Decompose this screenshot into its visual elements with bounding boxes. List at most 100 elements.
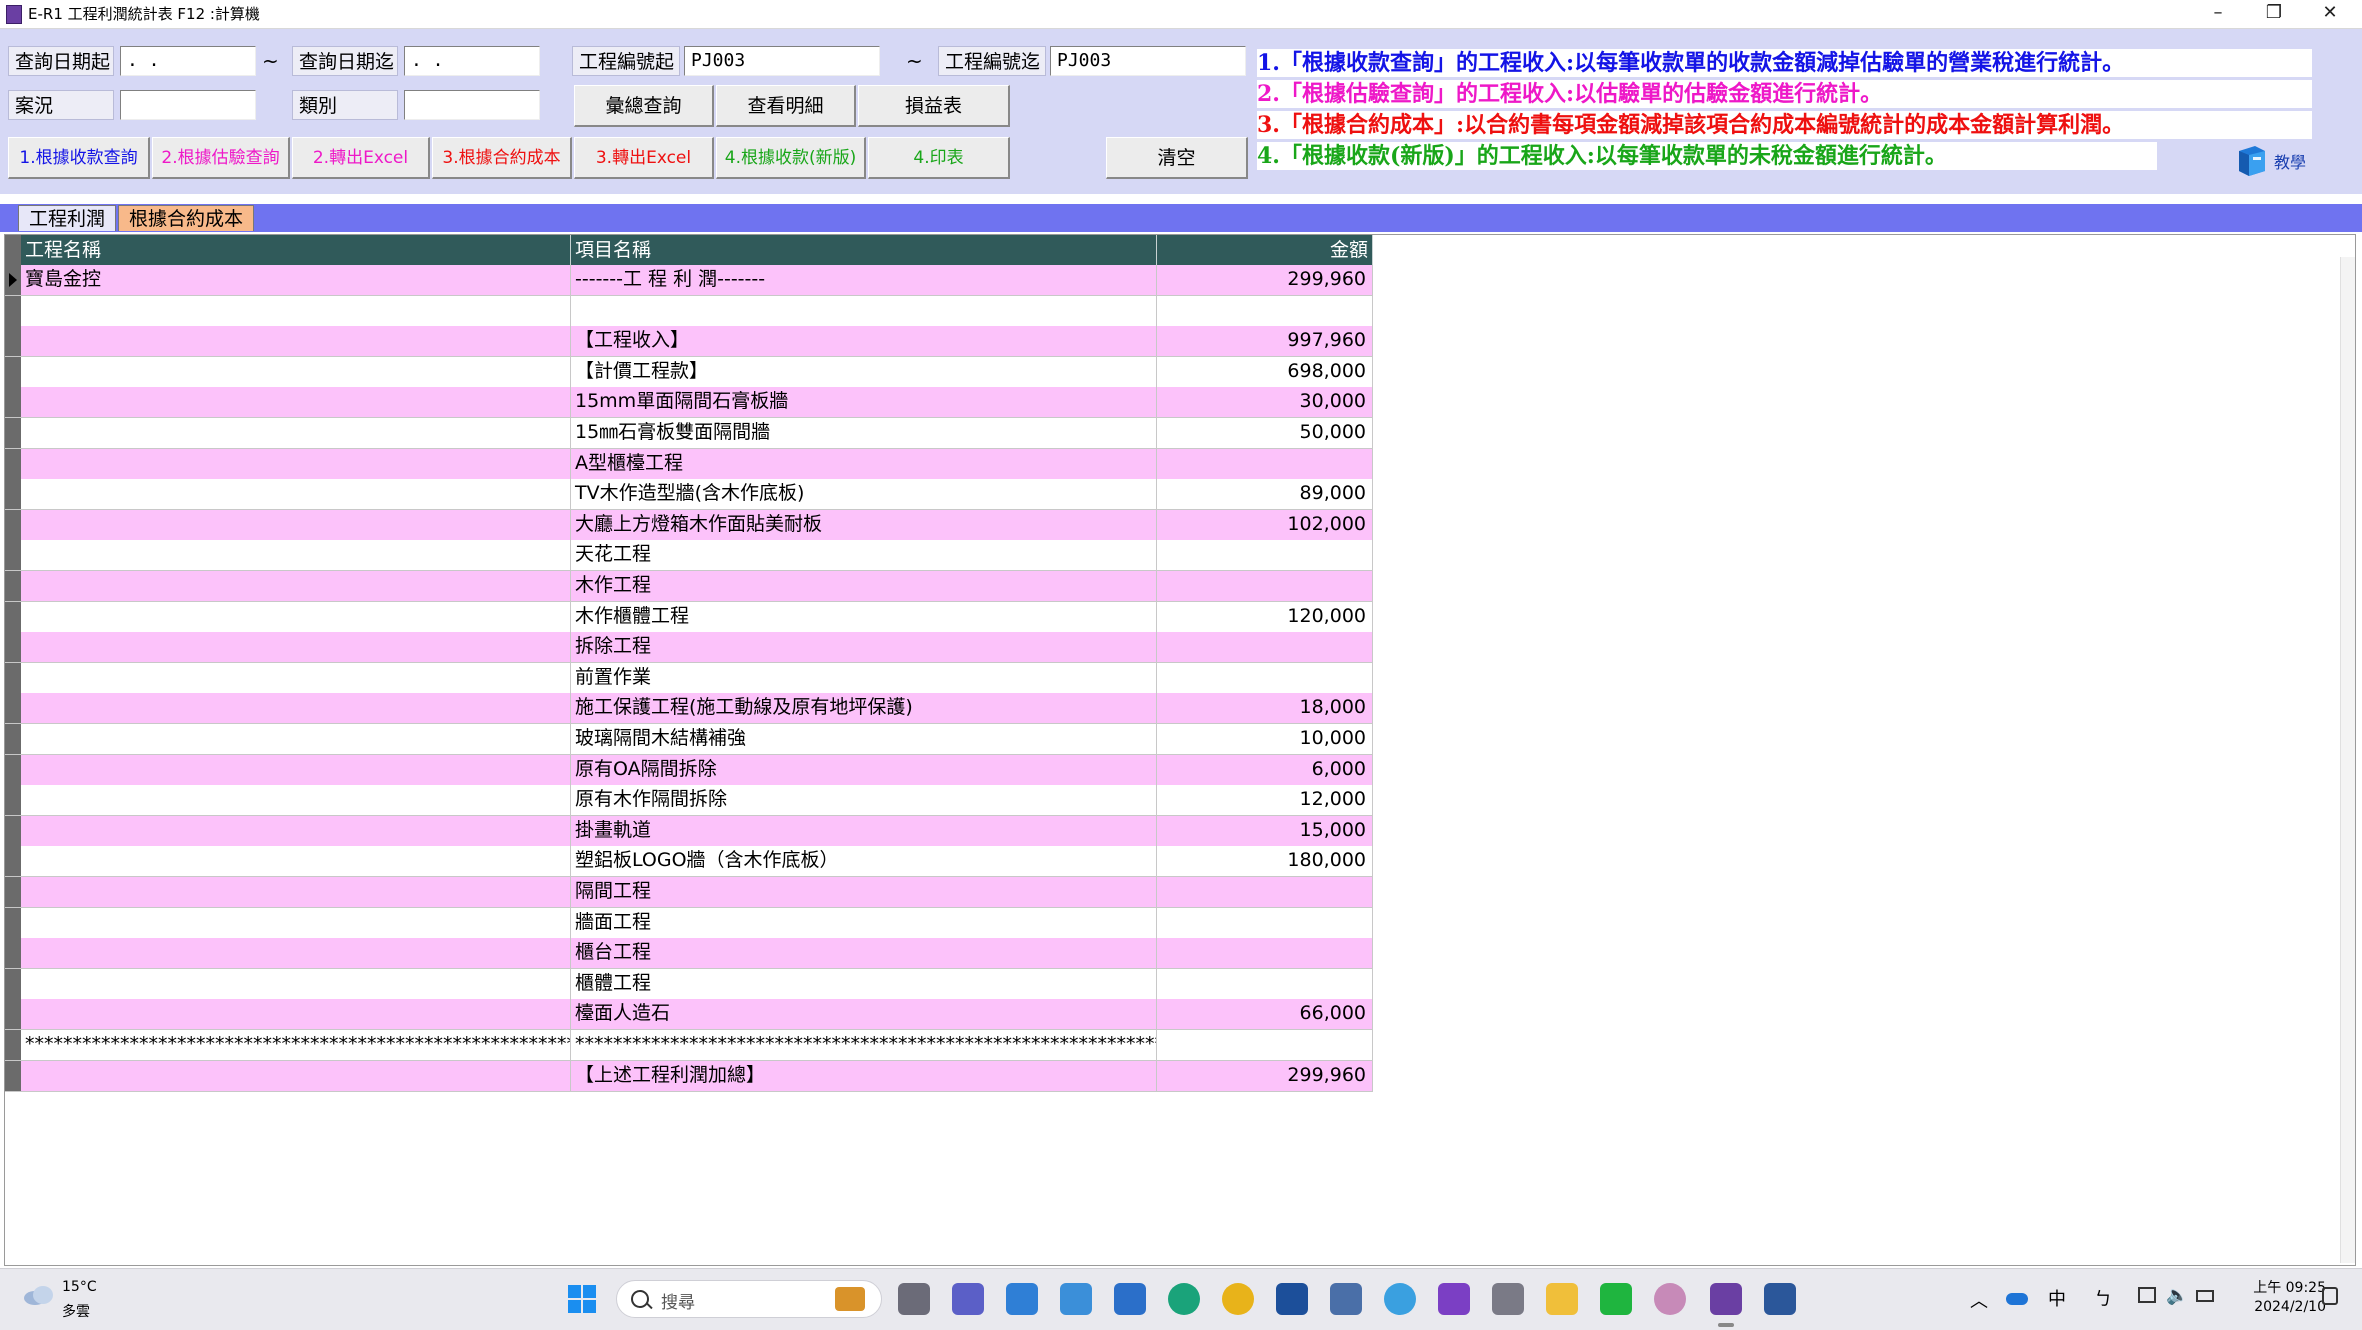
row-selector[interactable]: [5, 754, 21, 786]
amount-cell[interactable]: [1157, 1030, 1373, 1061]
item-name-cell[interactable]: 木作櫃體工程: [571, 601, 1157, 633]
globe-icon[interactable]: [1384, 1283, 1416, 1315]
project-name-cell[interactable]: [21, 662, 571, 694]
item-name-cell[interactable]: 原有OA隔間拆除: [571, 754, 1157, 786]
erp-app-icon[interactable]: [1710, 1283, 1742, 1315]
network-icon[interactable]: [2138, 1287, 2156, 1303]
project-name-cell[interactable]: 寶島金控: [21, 265, 571, 296]
project-to-input[interactable]: PJ003: [1050, 46, 1246, 76]
amount-cell[interactable]: [1157, 295, 1373, 327]
project-name-cell[interactable]: [21, 601, 571, 633]
project-from-input[interactable]: PJ003: [684, 46, 880, 76]
amount-cell[interactable]: 18,000: [1157, 693, 1373, 725]
row-selector[interactable]: [5, 907, 21, 939]
close-button[interactable]: ✕: [2302, 0, 2358, 28]
column-header-project-name[interactable]: 工程名稱: [21, 235, 571, 265]
line-icon[interactable]: [1600, 1283, 1632, 1315]
amount-cell[interactable]: [1157, 907, 1373, 939]
item-name-cell[interactable]: 【計價工程款】: [571, 356, 1157, 388]
profit-loss-button[interactable]: 損益表: [858, 85, 1010, 127]
amount-cell[interactable]: 30,000: [1157, 387, 1373, 419]
amount-cell[interactable]: 15,000: [1157, 815, 1373, 847]
battery-icon[interactable]: [2196, 1290, 2214, 1302]
amount-cell[interactable]: [1157, 877, 1373, 908]
clock-date[interactable]: 2024/2/10: [2236, 1299, 2326, 1315]
row-selector[interactable]: [5, 1060, 21, 1092]
amount-cell[interactable]: 180,000: [1157, 846, 1373, 878]
item-name-cell[interactable]: 大廳上方燈箱木作面貼美耐板: [571, 509, 1157, 541]
vertical-scrollbar[interactable]: [2340, 257, 2355, 1263]
amount-cell[interactable]: 120,000: [1157, 601, 1373, 633]
project-name-cell[interactable]: [21, 418, 571, 449]
project-name-cell[interactable]: [21, 815, 571, 847]
amount-cell[interactable]: 299,960: [1157, 265, 1373, 296]
amount-cell[interactable]: 89,000: [1157, 479, 1373, 511]
by-contract-cost-button[interactable]: 3.根據合約成本: [432, 137, 572, 179]
amount-cell[interactable]: [1157, 448, 1373, 480]
row-selector[interactable]: [5, 846, 21, 878]
clear-button[interactable]: 清空: [1106, 137, 1248, 179]
row-selector[interactable]: [5, 571, 21, 602]
date-from-input[interactable]: . .: [120, 46, 256, 76]
chrome-icon[interactable]: [1222, 1283, 1254, 1315]
by-estimate-query-button[interactable]: 2.根據估驗查詢: [152, 137, 290, 179]
item-name-cell[interactable]: 塑鋁板LOGO牆（含木作底板）: [571, 846, 1157, 878]
summary-query-button[interactable]: 彙總查詢: [574, 85, 714, 127]
print-4-button[interactable]: 4.印表: [868, 137, 1010, 179]
visual-studio-icon[interactable]: [1438, 1283, 1470, 1315]
row-selector[interactable]: [5, 479, 21, 511]
item-name-cell[interactable]: 15mm單面隔間石膏板牆: [571, 387, 1157, 419]
row-selector[interactable]: [5, 968, 21, 1000]
item-name-cell[interactable]: ****************************************…: [571, 1030, 1157, 1061]
minimize-button[interactable]: –: [2190, 0, 2246, 28]
project-name-cell[interactable]: [21, 448, 571, 480]
store-icon[interactable]: [1114, 1283, 1146, 1315]
export-excel-2-button[interactable]: 2.轉出Excel: [292, 137, 430, 179]
item-name-cell[interactable]: 前置作業: [571, 662, 1157, 694]
row-selector[interactable]: [5, 448, 21, 480]
remote-desktop-icon[interactable]: [1060, 1283, 1092, 1315]
project-name-cell[interactable]: [21, 693, 571, 725]
row-selector[interactable]: [5, 815, 21, 847]
row-selector[interactable]: [5, 999, 21, 1031]
amount-cell[interactable]: 66,000: [1157, 999, 1373, 1031]
item-name-cell[interactable]: 【工程收入】: [571, 326, 1157, 358]
tray-chevron-up-icon[interactable]: ︿: [1970, 1287, 1988, 1313]
item-name-cell[interactable]: 玻璃隔間木結構補強: [571, 724, 1157, 755]
maximize-button[interactable]: ❐: [2246, 0, 2302, 28]
onedrive-icon[interactable]: [2006, 1293, 2028, 1305]
app-icon-3[interactable]: [1654, 1283, 1686, 1315]
view-detail-button[interactable]: 查看明細: [716, 85, 856, 127]
amount-cell[interactable]: [1157, 938, 1373, 970]
amount-cell[interactable]: 698,000: [1157, 356, 1373, 388]
category-input[interactable]: [404, 90, 540, 120]
amount-cell[interactable]: 6,000: [1157, 754, 1373, 786]
row-selector[interactable]: [5, 938, 21, 970]
cloud-weather-icon[interactable]: [22, 1284, 56, 1306]
project-name-cell[interactable]: [21, 387, 571, 419]
row-selector[interactable]: [5, 785, 21, 817]
project-name-cell[interactable]: [21, 356, 571, 388]
row-selector[interactable]: [5, 418, 21, 449]
row-selector[interactable]: [5, 326, 21, 358]
row-selector[interactable]: [5, 601, 21, 633]
item-name-cell[interactable]: 【上述工程利潤加總】: [571, 1060, 1157, 1092]
amount-cell[interactable]: [1157, 571, 1373, 602]
tab-profit[interactable]: 工程利潤: [18, 205, 117, 231]
clock-time[interactable]: 上午 09:25: [2236, 1277, 2326, 1297]
project-name-cell[interactable]: [21, 968, 571, 1000]
item-name-cell[interactable]: 掛畫軌道: [571, 815, 1157, 847]
project-name-cell[interactable]: [21, 754, 571, 786]
row-selector[interactable]: [5, 540, 21, 572]
project-name-cell[interactable]: [21, 907, 571, 939]
row-selector[interactable]: [5, 693, 21, 725]
amount-cell[interactable]: 50,000: [1157, 418, 1373, 449]
ime-bopomofo-indicator[interactable]: ㄅ: [2094, 1285, 2112, 1311]
project-name-cell[interactable]: [21, 1060, 571, 1092]
app-icon-1[interactable]: [1276, 1283, 1308, 1315]
item-name-cell[interactable]: 檯面人造石: [571, 999, 1157, 1031]
amount-cell[interactable]: 299,960: [1157, 1060, 1373, 1092]
item-name-cell[interactable]: 原有木作隔間拆除: [571, 785, 1157, 817]
case-input[interactable]: [120, 90, 256, 120]
amount-cell[interactable]: 12,000: [1157, 785, 1373, 817]
